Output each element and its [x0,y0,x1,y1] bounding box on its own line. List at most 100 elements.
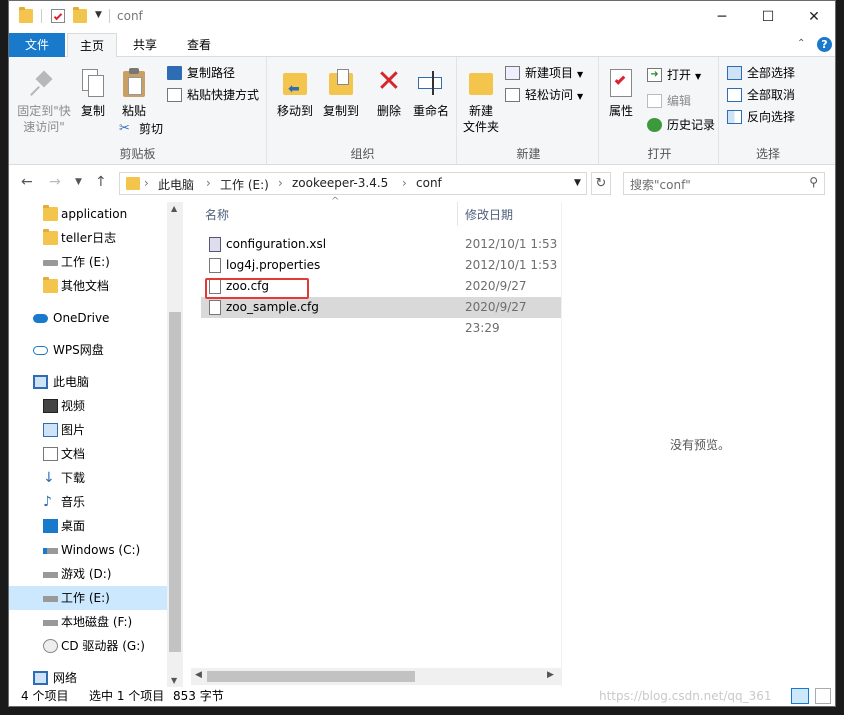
scroll-right-icon[interactable]: ▶ [547,670,554,680]
nav-item-other-docs[interactable]: 其他文档 [43,274,109,298]
paste-button[interactable]: 粘贴 [117,67,151,119]
cloud-icon [33,346,48,355]
details-view-icon[interactable] [791,688,809,704]
scroll-left-icon[interactable]: ◀ [195,670,202,680]
new-folder-button[interactable]: 新建 文件夹 [461,67,501,135]
nav-label: 本地磁盘 (F:) [61,615,133,629]
tab-view[interactable]: 查看 [181,33,217,57]
back-arrow-icon[interactable]: ← [21,174,33,190]
nav-item-wps-drive[interactable]: WPS网盘 [33,338,104,362]
folder-icon [43,277,58,293]
invert-selection-button[interactable]: 反向选择 [727,107,795,127]
close-button[interactable]: ✕ [791,1,835,33]
nav-scrollbar[interactable]: ▲ ▼ [167,202,183,690]
nav-item-application[interactable]: application [43,202,127,226]
nav-item-pictures[interactable]: 图片 [43,418,85,442]
properties-quick-icon[interactable] [51,9,65,23]
copy-button[interactable]: 复制 [77,67,109,119]
edit-button[interactable]: 编辑 [647,91,691,111]
nav-item-drive-g[interactable]: CD 驱动器 (G:) [43,634,145,658]
file-row-selected[interactable]: zoo_sample.cfg 2020/9/27 23:29 [201,297,561,335]
column-header-modified[interactable]: 修改日期 [465,206,513,223]
picture-icon [43,423,58,437]
paste-shortcut-button[interactable]: 粘贴快捷方式 [167,85,259,105]
scroll-down-icon[interactable]: ▼ [171,676,177,685]
minimize-button[interactable]: ─ [699,1,745,33]
nav-item-documents[interactable]: 文档 [43,442,85,466]
nav-item-onedrive[interactable]: OneDrive [33,306,109,330]
nav-item-drive-e-quick[interactable]: 工作 (E:) [43,250,110,274]
address-input[interactable]: › 此电脑 › 工作 (E:) › zookeeper-3.4.5 › conf… [119,172,587,195]
new-group-label: 新建 [516,147,541,161]
nav-label: 文档 [61,447,86,461]
nav-item-videos[interactable]: 视频 [43,394,85,418]
breadcrumb-separator-icon[interactable]: › [402,176,407,190]
properties-button[interactable]: 属性 [603,67,639,119]
paste-label: 粘贴 [121,104,146,118]
properties-label: 属性 [608,104,633,118]
breadcrumb-this-pc[interactable]: 此电脑 [158,176,194,193]
nav-item-this-pc[interactable]: 此电脑 [33,370,89,394]
cut-button[interactable]: ✂ 剪切 [119,119,163,139]
nav-item-downloads[interactable]: ↓ 下载 [43,466,85,490]
help-icon[interactable]: ? [817,37,832,52]
nav-item-drive-f[interactable]: 本地磁盘 (F:) [43,610,132,634]
file-list-hscrollbar[interactable]: ◀ ▶ [191,668,561,685]
new-item-icon [505,66,520,80]
history-button[interactable]: 历史记录 [647,115,715,135]
scroll-up-icon[interactable]: ▲ [171,204,177,213]
nav-item-drive-d[interactable]: 游戏 (D:) [43,562,111,586]
maximize-button[interactable]: ☐ [745,1,791,33]
breadcrumb-conf[interactable]: conf [416,176,442,190]
nav-label: 其他文档 [61,279,110,293]
properties-icon [606,67,636,99]
file-row[interactable]: configuration.xsl 2012/10/1 1:53 [201,234,561,255]
tab-home[interactable]: 主页 [67,33,117,58]
search-input[interactable]: 搜索"conf" ⚲ [623,172,825,195]
move-to-button[interactable]: ⬅ 移动到 [275,67,315,119]
nav-item-teller-log[interactable]: teller日志 [43,226,116,250]
breadcrumb-separator-icon[interactable]: › [144,176,149,190]
address-history-icon[interactable]: ▼ [574,178,581,188]
delete-button[interactable]: ✕ 删除 [373,67,405,119]
select-all-button[interactable]: 全部选择 [727,63,795,83]
file-name: log4j.properties [226,258,321,272]
tab-file[interactable]: 文件 [9,33,65,57]
nav-item-drive-c[interactable]: Windows (C:) [43,538,140,562]
easy-access-button[interactable]: 轻松访问 ▼ [505,85,583,105]
music-icon: ♪ [43,494,52,510]
tab-share[interactable]: 共享 [127,33,163,57]
column-divider[interactable] [457,202,458,226]
nav-scrollbar-thumb[interactable] [169,312,181,652]
select-none-label: 全部取消 [747,88,796,102]
rename-label: 重命名 [412,104,449,118]
hscrollbar-thumb[interactable] [207,671,415,682]
breadcrumb-separator-icon[interactable]: › [278,176,283,190]
copy-path-button[interactable]: 复制路径 [167,63,235,83]
nav-item-desktop[interactable]: 桌面 [43,514,85,538]
nav-item-music[interactable]: ♪ 音乐 [43,490,85,514]
customize-quick-access-icon[interactable]: ▼ [95,10,109,24]
breadcrumb-zookeeper[interactable]: zookeeper-3.4.5 [292,176,388,190]
breadcrumb-separator-icon[interactable]: › [206,176,211,190]
large-icons-view-icon[interactable] [815,688,831,704]
file-row[interactable]: log4j.properties 2012/10/1 1:53 [201,255,561,276]
up-arrow-icon[interactable]: ↑ [95,174,107,190]
pin-quick-access-button[interactable]: 固定到"快速访问" [13,67,75,135]
collapse-ribbon-icon[interactable]: ⌃ [797,38,805,49]
nav-label: 音乐 [61,495,86,509]
rename-button[interactable]: 重命名 [409,67,453,119]
refresh-icon[interactable]: ↻ [591,172,611,195]
forward-arrow-icon[interactable]: → [49,174,61,190]
item-count: 4 个项目 [21,689,69,703]
nav-item-drive-e[interactable]: 工作 (E:) [9,586,167,610]
select-none-button[interactable]: 全部取消 [727,85,795,105]
open-button[interactable]: ➜ 打开 ▼ [647,65,701,85]
new-folder-quick-icon[interactable] [73,7,87,23]
breadcrumb-drive-e[interactable]: 工作 (E:) [220,176,269,193]
copy-to-button[interactable]: 复制到 [321,67,361,119]
recent-locations-icon[interactable]: ▼ [75,177,82,187]
open-group: 属性 ➜ 打开 ▼ 编辑 历史记录 打开 [601,57,719,165]
new-item-button[interactable]: 新建项目 ▼ [505,63,583,83]
column-header-name[interactable]: 名称 [205,206,229,223]
